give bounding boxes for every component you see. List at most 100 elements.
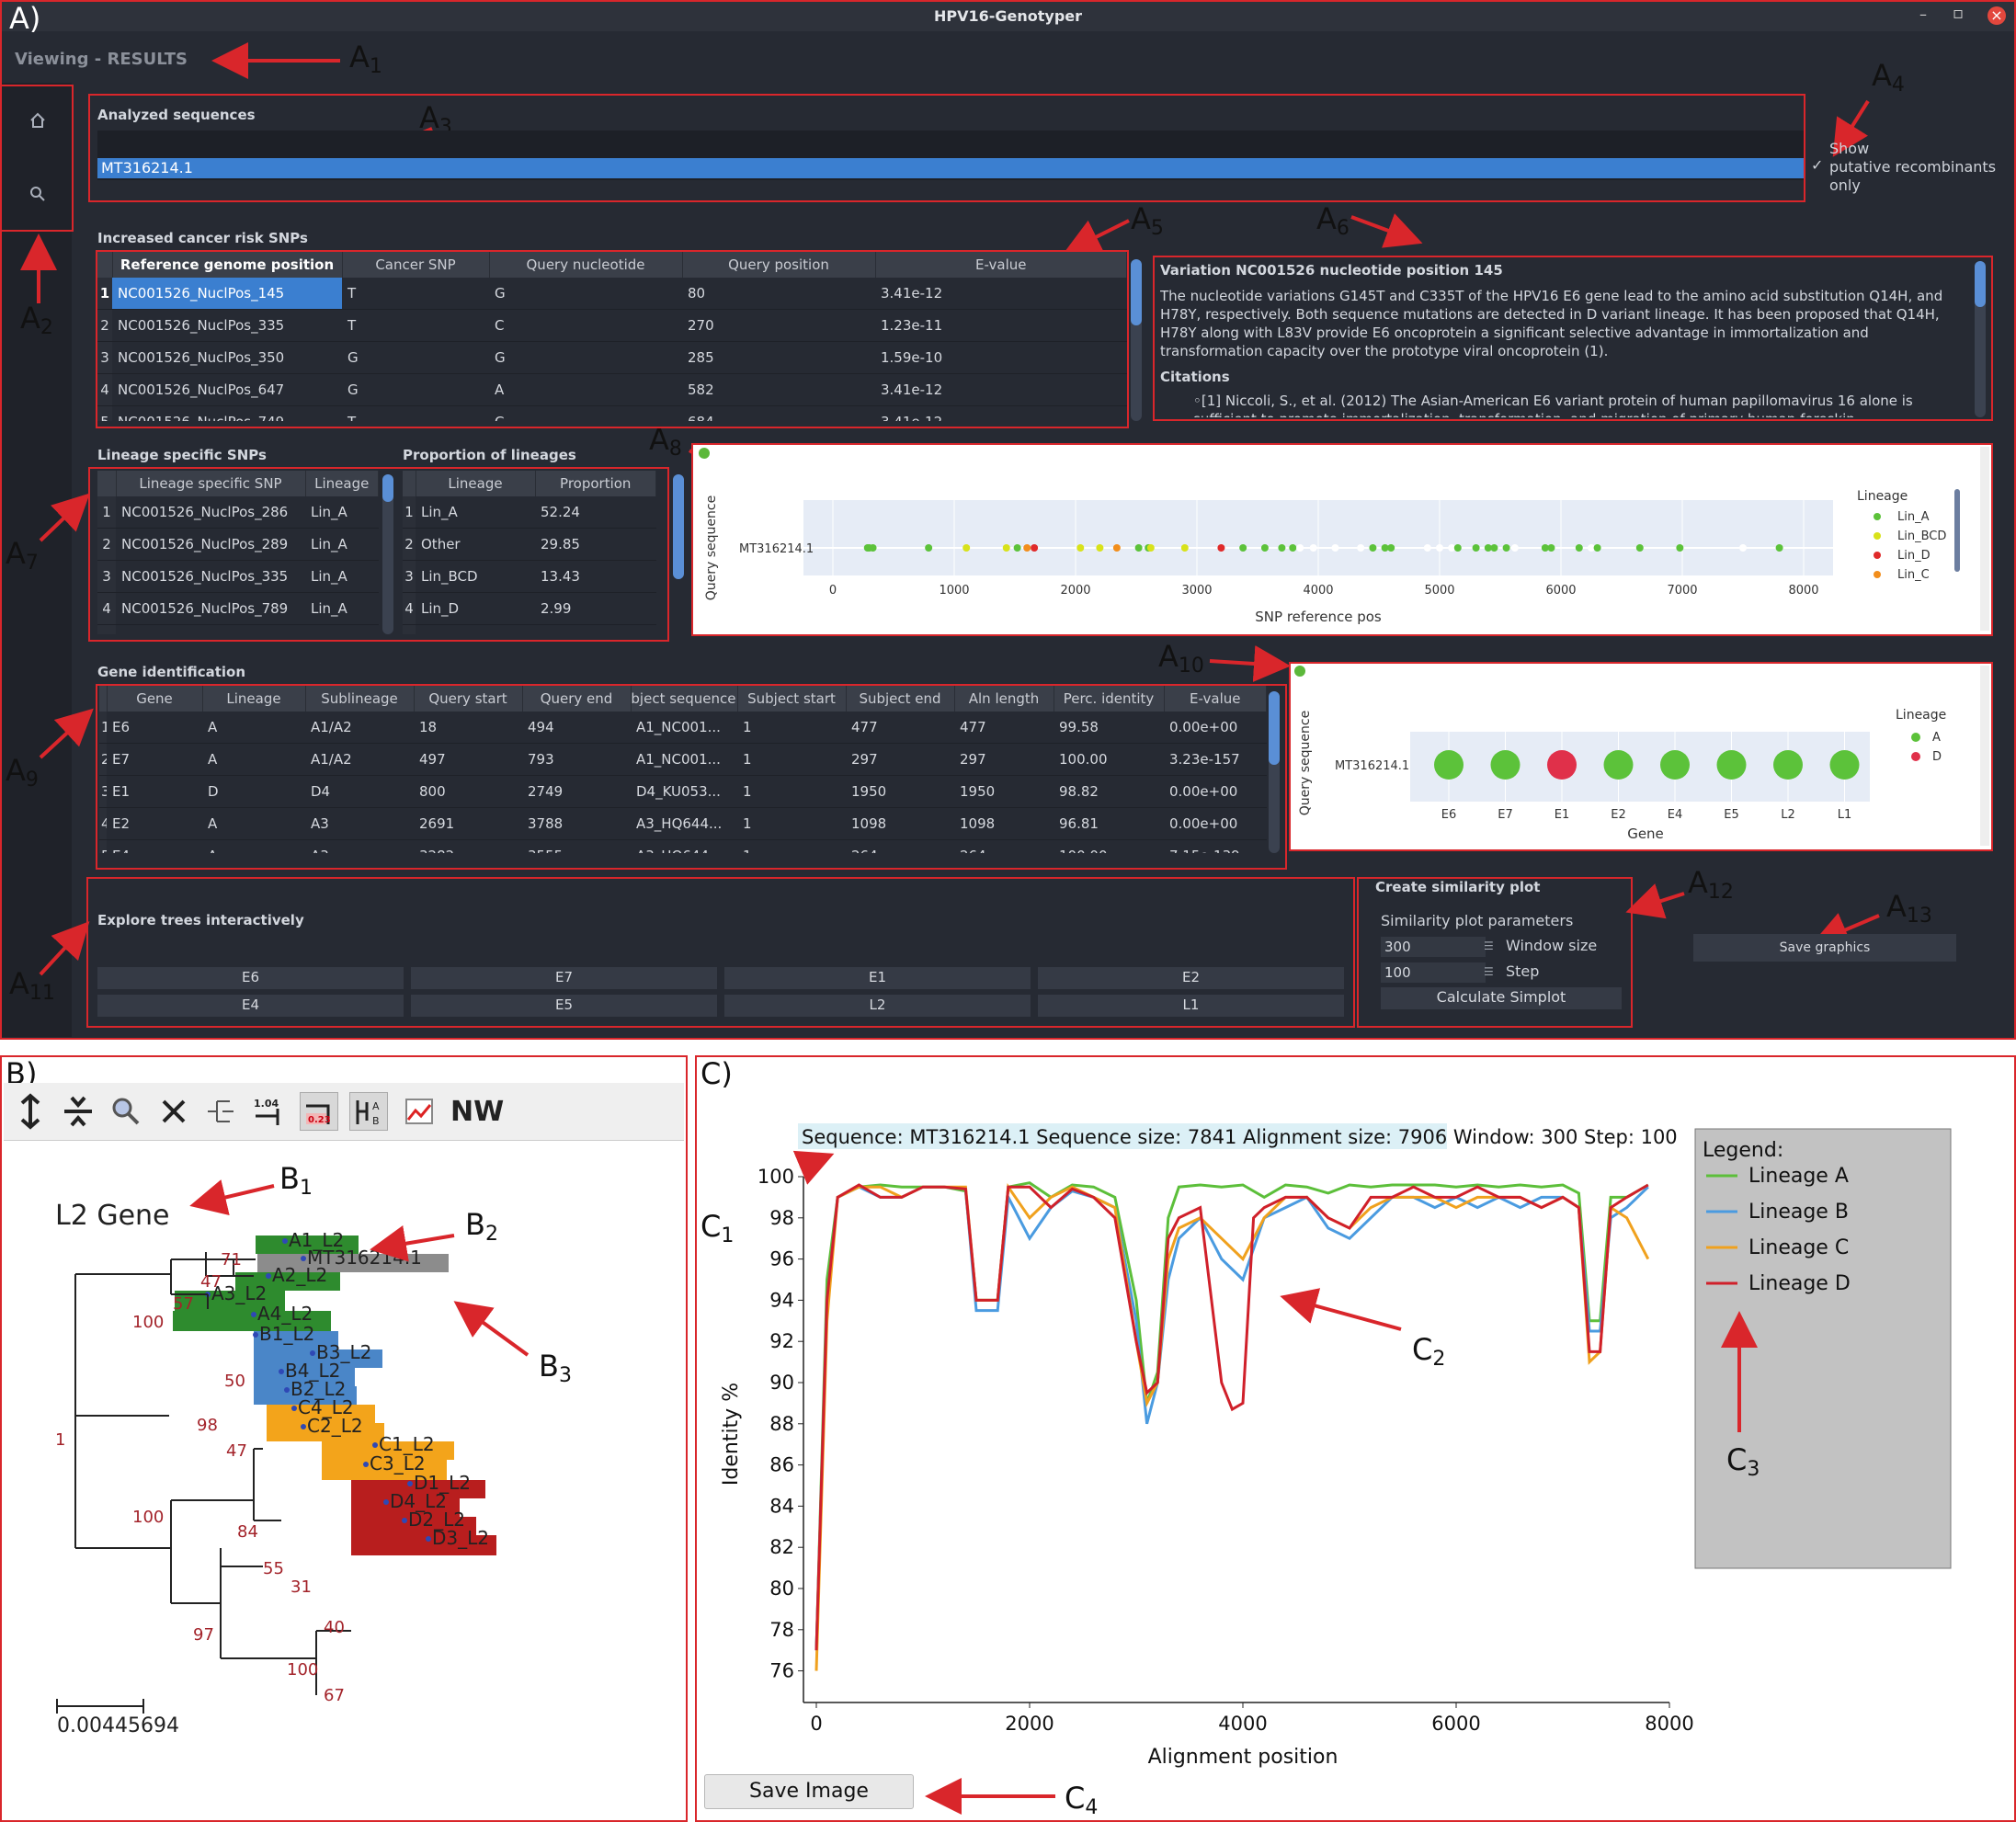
cell[interactable]: 100.00: [1054, 839, 1164, 853]
tree-button-e6[interactable]: E6: [97, 967, 404, 989]
cell[interactable]: 98.82: [1054, 775, 1164, 808]
col-gene[interactable]: Gene: [107, 686, 203, 712]
snp-point[interactable]: [1453, 544, 1462, 552]
snp-point[interactable]: [1502, 544, 1510, 552]
snp-point[interactable]: [1296, 544, 1304, 552]
cell[interactable]: A3_HQ644...: [631, 839, 737, 853]
variation-scrollbar[interactable]: [1975, 261, 1986, 417]
cell[interactable]: A: [202, 839, 305, 853]
col-subject-start[interactable]: Subject start: [737, 686, 847, 712]
legend-item[interactable]: A: [1932, 731, 1941, 745]
gene-lineage-point[interactable]: [1716, 750, 1747, 780]
cell[interactable]: NC001526_NuclPos_289: [116, 528, 305, 561]
snp-point[interactable]: [1023, 544, 1031, 552]
cell[interactable]: A3: [305, 839, 414, 853]
snp-point[interactable]: [1472, 544, 1480, 552]
snp-point[interactable]: [1676, 544, 1684, 552]
snp-point[interactable]: [1260, 544, 1269, 552]
cell[interactable]: 3555: [522, 839, 631, 853]
table-row[interactable]: 2 NC001526_NuclPos_289 Lin_A: [97, 528, 379, 561]
gene-id-scrollbar[interactable]: [1269, 691, 1280, 853]
col-lineage[interactable]: Lineage: [416, 471, 536, 496]
snp-point[interactable]: [1357, 544, 1365, 552]
table-row[interactable]: 5E4AA332823555A3_HQ644...1264264100.007.…: [99, 839, 1267, 853]
cell[interactable]: 1950: [846, 775, 954, 808]
snp-point[interactable]: [1013, 544, 1021, 552]
col-lineage[interactable]: Lineage: [305, 471, 379, 496]
cell[interactable]: Lin_BCD: [416, 560, 535, 593]
proportions-scrollbar[interactable]: [673, 474, 684, 579]
cell[interactable]: 2749: [522, 775, 631, 808]
cell[interactable]: 99.58: [1054, 712, 1164, 744]
table-row[interactable]: 2E7AA1/A2497793A1_NC001...1297297100.003…: [99, 743, 1267, 776]
tree-button-e2[interactable]: E2: [1038, 967, 1344, 989]
cell[interactable]: 2691: [414, 807, 522, 840]
table-row[interactable]: 3 NC001526_NuclPos_335 Lin_A: [97, 560, 379, 593]
snp-point[interactable]: [1112, 544, 1121, 552]
cell[interactable]: 7.15e-139: [1164, 839, 1267, 853]
cell[interactable]: NC001526_NuclPos_286: [116, 496, 305, 529]
snp-point[interactable]: [962, 544, 971, 552]
cell[interactable]: A1_NC001...: [631, 743, 737, 776]
gene-lineage-point[interactable]: [1660, 750, 1690, 780]
cell[interactable]: 1: [737, 712, 846, 744]
snp-point[interactable]: [1593, 544, 1601, 552]
table-row[interactable]: 1 Lin_A 52.24: [403, 496, 656, 529]
gene-lineage-point[interactable]: [1434, 750, 1464, 780]
snp-point[interactable]: [1002, 544, 1010, 552]
legend-item[interactable]: Lin_C: [1897, 568, 1930, 582]
col-lineage-snp[interactable]: Lineage specific SNP: [116, 471, 306, 496]
snp-point[interactable]: [1775, 544, 1783, 552]
col-perc-identity[interactable]: Perc. identity: [1054, 686, 1165, 712]
cell[interactable]: D4_KU053...: [631, 775, 737, 808]
analyzed-list-item[interactable]: MT316214.1: [97, 158, 1804, 178]
legend-scrollbar[interactable]: [1954, 489, 1960, 572]
cell[interactable]: 297: [954, 743, 1054, 776]
cell[interactable]: 0.00e+00: [1164, 807, 1267, 840]
snp-point[interactable]: [1490, 544, 1498, 552]
snp-point[interactable]: [1575, 544, 1583, 552]
cell[interactable]: 1098: [954, 807, 1054, 840]
col-subject-sequence[interactable]: Subject sequence: [631, 686, 738, 712]
snp-point[interactable]: [1510, 544, 1519, 552]
snp-point[interactable]: [1180, 544, 1189, 552]
tree-button-e4[interactable]: E4: [97, 995, 404, 1017]
col-proportion[interactable]: Proportion: [535, 471, 656, 496]
cell[interactable]: Lin_A: [305, 624, 379, 634]
snp-point[interactable]: [1436, 544, 1443, 552]
cell[interactable]: 800: [414, 775, 522, 808]
cell[interactable]: A1_NC001...: [631, 712, 737, 744]
snp-point[interactable]: [1309, 544, 1317, 552]
col-e-value[interactable]: E-value: [1164, 686, 1267, 712]
tree-button-e7[interactable]: E7: [411, 967, 717, 989]
cell[interactable]: 494: [522, 712, 631, 744]
plot-scrollbar[interactable]: [1980, 666, 1989, 846]
plot-scrollbar[interactable]: [1980, 447, 1989, 631]
snp-point[interactable]: [1239, 544, 1247, 552]
cell[interactable]: 29.85: [535, 528, 656, 561]
cell[interactable]: E1: [107, 775, 202, 808]
snp-point[interactable]: [1146, 544, 1155, 552]
cell[interactable]: 1098: [846, 807, 954, 840]
cell[interactable]: Lin_D: [416, 592, 535, 625]
cell[interactable]: NC001526_NuclPos_335: [116, 560, 305, 593]
table-row[interactable]: 1E6AA1/A218494A1_NC001...147747799.580.0…: [99, 712, 1267, 744]
cell[interactable]: E4: [107, 839, 202, 853]
cell[interactable]: A: [202, 807, 305, 840]
cell[interactable]: NC001526_NuclPos_795: [116, 624, 305, 634]
col-subject-end[interactable]: Subject end: [846, 686, 955, 712]
cell[interactable]: 2.99: [535, 592, 656, 625]
cell[interactable]: NC001526_NuclPos_789: [116, 592, 305, 625]
snp-point[interactable]: [925, 544, 933, 552]
snp-point[interactable]: [1134, 544, 1143, 552]
table-row[interactable]: 3E1DD48002749D4_KU053...11950195098.820.…: [99, 775, 1267, 808]
snp-point[interactable]: [1278, 544, 1286, 552]
gene-lineage-point[interactable]: [1603, 750, 1634, 780]
cell[interactable]: Other: [416, 528, 535, 561]
cell[interactable]: 1: [737, 775, 846, 808]
gene-lineage-point[interactable]: [1547, 750, 1577, 780]
legend-item[interactable]: Lin_D: [1897, 549, 1931, 563]
snp-point[interactable]: [1387, 544, 1395, 552]
cell[interactable]: 100.00: [1054, 743, 1164, 776]
calculate-simplot-button[interactable]: Calculate Simplot: [1381, 987, 1622, 1009]
